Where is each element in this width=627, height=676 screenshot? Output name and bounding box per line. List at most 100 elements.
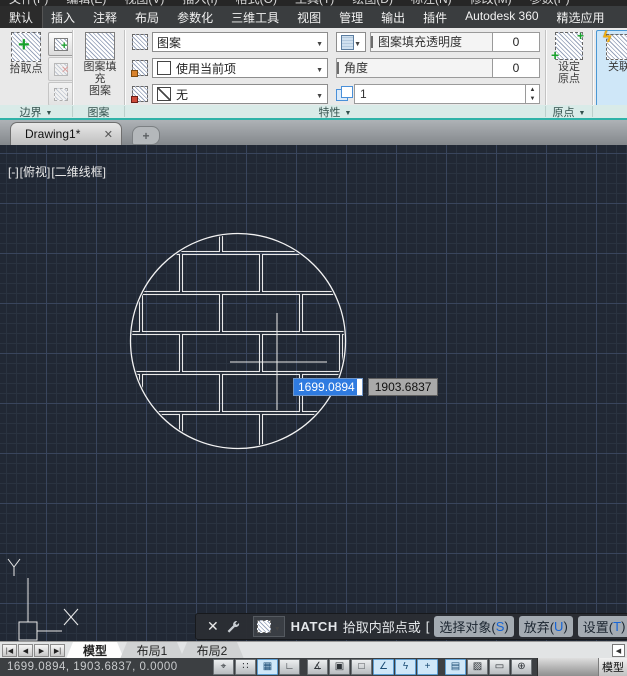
quick-properties-toggle[interactable]: ▭ [489,659,510,675]
brick-hatch-fill[interactable] [132,235,344,447]
first-tab-button[interactable]: |◀ [2,644,17,657]
drawing-canvas[interactable]: [-][俯视][二维线框] [0,145,627,641]
infer-constraints-toggle[interactable]: ⌖ [213,659,234,675]
object-snap-toggle[interactable]: ▣ [329,659,350,675]
ribbon-tab-布局[interactable]: 布局 [126,6,168,28]
snap-mode-toggle[interactable]: ∷ [235,659,256,675]
status-blank-button[interactable] [537,658,598,676]
ribbon-tab-注释[interactable]: 注释 [84,6,126,28]
scrollbar-left-arrow[interactable]: ◀ [612,644,625,657]
option-label: 选择对象( [439,617,495,636]
dynamic-input-icon: + [425,662,431,672]
associative-icon: ϟ [606,34,627,60]
close-icon[interactable]: ✕ [202,618,224,635]
hatch-color-dropdown[interactable]: 使用当前项 [152,58,328,78]
infer-constraints-icon: ⌖ [221,662,227,672]
recreate-boundary-button[interactable] [48,82,74,105]
properties-panel-label[interactable]: 特性 [125,105,545,118]
drawing-tab[interactable]: Drawing1* ✕ [10,122,122,145]
chevron-down-icon [46,106,53,118]
command-prompt: HATCH 拾取内部点或 [ 选择对象(S)放弃(U)设置(T) ]: [291,616,627,637]
ribbon-tab-默认[interactable]: 默认 [0,6,42,28]
pick-points-button[interactable]: + 拾取点 [5,32,47,75]
layout-tab-布局1[interactable]: 布局1 [120,642,184,659]
boundary-panel-label[interactable]: 边界 [0,105,72,118]
recreate-boundary-icon [54,88,68,101]
cmd-option-undo[interactable]: 放弃(U) [519,616,573,637]
grid-display-icon: ▦ [263,662,272,672]
option-key: T [613,619,621,634]
ucs-icon [8,559,78,640]
ribbon-tab-Autodesk 360[interactable]: Autodesk 360 [456,6,547,28]
object-snap-tracking-toggle[interactable]: ∠ [373,659,394,675]
select-objects-icon: + [54,38,68,51]
wrench-icon[interactable] [224,620,245,634]
cmd-option-select-objects[interactable]: 选择对象(S) [434,616,513,637]
hatch-transparency-field[interactable]: 图案填充透明度 0 [370,32,540,52]
grid-display-toggle[interactable]: ▦ [257,659,278,675]
scale-spinner[interactable] [525,85,539,103]
ortho-mode-icon: ∟ [285,662,295,672]
transparency-toggle[interactable]: ▨ [467,659,488,675]
set-origin-button[interactable]: + + 设定 原点 [551,32,587,85]
hatch-scale-input[interactable]: 1 [354,84,540,104]
cmd-option-settings[interactable]: 设置(T) [578,616,627,637]
polar-tracking-toggle[interactable]: ∡ [307,659,328,675]
chevron-down-icon [316,35,323,49]
ribbon-tab-插件[interactable]: 插件 [414,6,456,28]
hatch-command-icon [257,620,271,633]
polar-tracking-icon: ∡ [313,662,322,672]
lineweight-icon: ▤ [451,662,460,672]
pattern-type-dropdown[interactable]: 图案 [152,32,328,52]
active-command-icon[interactable] [253,616,285,637]
dynamic-input-tooltip: 1699.0894 1903.6837 [293,378,438,396]
chevron-down-icon [354,35,361,49]
3d-object-snap-toggle[interactable]: □ [351,659,372,675]
ortho-mode-toggle[interactable]: ∟ [279,659,300,675]
status-bar: 1699.0894, 1903.6837, 0.0000 ⌖∷▦∟∡▣□∠ϟ+▤… [0,658,627,676]
angle-field[interactable]: 角度 0 [336,58,540,78]
panel-separator [72,30,73,105]
lineweight-toggle[interactable]: ▤ [445,659,466,675]
prev-tab-button[interactable]: ◀ [18,644,33,657]
transparency-swatch-dropdown[interactable] [336,32,366,52]
dynamic-input-y-field[interactable]: 1903.6837 [368,378,439,396]
close-icon[interactable]: ✕ [104,128,113,141]
ribbon-tab-三维工具[interactable]: 三维工具 [222,6,288,28]
transparency-swatch [341,35,354,50]
spinner-down-icon [526,94,539,103]
hatch-pattern-icon [85,32,115,60]
set-origin-icon: + + [555,32,583,60]
dynamic-ucs-toggle[interactable]: ϟ [395,659,416,675]
dynamic-input-x-field[interactable]: 1699.0894 [293,378,363,396]
chevron-down-icon [316,87,323,101]
option-label: 设置( [583,617,613,636]
ribbon-tab-精选应用[interactable]: 精选应用 [548,6,614,28]
ribbon-tab-参数化[interactable]: 参数化 [168,6,222,28]
background-color-dropdown[interactable]: 无 [152,84,328,104]
new-drawing-button[interactable]: + [132,126,160,145]
plus-icon: + [142,129,149,143]
select-boundary-objects-button[interactable]: + [48,32,74,56]
ribbon-tab-视图[interactable]: 视图 [288,6,330,28]
object-snap-icon: ▣ [335,662,344,672]
dynamic-input-toggle[interactable]: + [417,659,438,675]
spinner-up-icon [526,85,539,94]
last-tab-button[interactable]: ▶| [50,644,65,657]
3d-object-snap-icon: □ [358,662,364,672]
ribbon-tab-bar: 默认插入注释布局参数化三维工具视图管理输出插件Autodesk 360精选应用 [0,6,627,30]
next-tab-button[interactable]: ▶ [34,644,49,657]
layout-tab-模型[interactable]: 模型 [66,642,124,659]
model-space-toggle[interactable]: 模型 [598,658,627,676]
origin-panel-label[interactable]: 原点 [546,105,592,118]
selection-cycling-toggle[interactable]: ⊕ [511,659,532,675]
layout-tab-布局2[interactable]: 布局2 [180,642,244,659]
associative-button[interactable]: ϟ 关联 [596,30,627,105]
command-line[interactable]: ✕ HATCH 拾取内部点或 [ 选择对象(S)放弃(U)设置(T) ]: [195,613,627,640]
ribbon-tab-管理[interactable]: 管理 [330,6,372,28]
chevron-down-icon [274,619,281,634]
ribbon-tab-输出[interactable]: 输出 [372,6,414,28]
hatch-pattern-button[interactable]: 图案填充 图案 [80,32,120,97]
remove-boundary-objects-button[interactable]: ✕ [48,57,74,81]
ribbon-tab-插入[interactable]: 插入 [42,6,84,28]
